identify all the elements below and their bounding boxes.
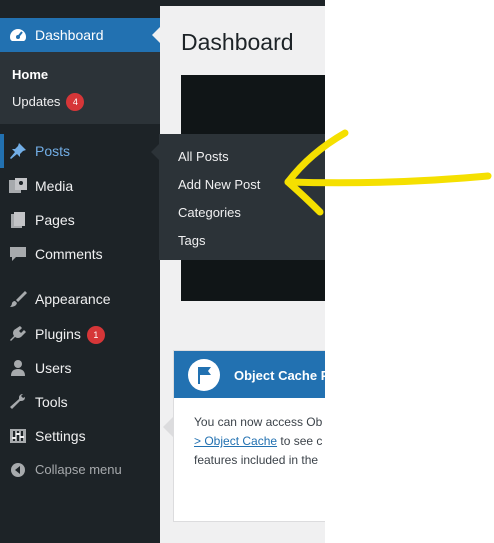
plug-icon [8,325,28,343]
menu-item-appearance[interactable]: Appearance [0,282,160,316]
admin-bar-strip [160,0,325,6]
menu-label-plugins: Plugins [35,326,81,342]
wrench-icon [8,393,28,411]
card-line-1: You can now access Ob [194,415,323,429]
blank-area [325,0,494,543]
pages-icon [8,211,28,229]
menu-label-settings: Settings [35,428,86,444]
media-icon [8,177,28,195]
submenu-updates-label: Updates [12,94,61,109]
paintbrush-icon [8,290,28,308]
menu-item-users[interactable]: Users [0,351,160,385]
menu-plugins-text: Plugins 1 [35,325,105,344]
menu-item-dashboard[interactable]: Dashboard [0,18,160,52]
dashboard-submenu: Home Updates 4 [0,52,160,124]
flyout-item-tags[interactable]: Tags [178,233,205,249]
user-icon [8,359,28,377]
menu-label-appearance: Appearance [35,291,111,307]
menu-label-media: Media [35,178,74,194]
flyout-item-add-new-post[interactable]: Add New Post [178,177,260,193]
card-line-3: features included in the [194,453,319,467]
comment-icon [8,245,28,263]
object-cache-card: Object Cache P You can now access Ob > O… [173,350,325,522]
card-line-2-text: to see c [277,434,323,448]
dashboard-gauge-icon [8,26,28,44]
card-line-2: > Object Cache to see c [194,432,325,451]
plugins-count-badge: 1 [86,326,105,344]
flag-icon [188,359,220,391]
menu-label-tools: Tools [35,394,68,410]
submenu-updates-link[interactable]: Updates 4 [12,93,85,111]
main-content: Dashboard Object Cache P You can now acc… [160,0,325,543]
sliders-icon [8,427,28,445]
pushpin-icon [8,142,28,160]
object-cache-link[interactable]: > Object Cache [194,434,277,448]
collapse-menu-label: Collapse menu [35,462,122,477]
menu-label-pages: Pages [35,212,75,228]
flyout-item-categories[interactable]: Categories [178,205,241,221]
submenu-home-link[interactable]: Home [12,67,48,83]
menu-label-dashboard: Dashboard [35,27,104,43]
menu-item-tools[interactable]: Tools [0,385,160,419]
page-title: Dashboard [181,29,294,55]
menu-item-comments[interactable]: Comments [0,237,160,271]
collapse-arrow-icon [8,461,28,479]
yellow-annotation-arrow [284,129,492,216]
menu-label-users: Users [35,360,72,376]
card-title: Object Cache P [234,368,325,383]
card-pointer [163,417,173,437]
menu-item-media[interactable]: Media [0,169,160,203]
flyout-item-all-posts[interactable]: All Posts [178,149,229,165]
menu-label-posts: Posts [35,143,71,159]
menu-item-posts[interactable]: Posts [0,134,160,168]
menu-item-settings[interactable]: Settings [0,419,160,453]
menu-item-plugins[interactable]: Plugins 1 [0,317,160,351]
card-header: Object Cache P [174,351,325,398]
collapse-menu-button[interactable]: Collapse menu [0,453,160,487]
menu-item-pages[interactable]: Pages [0,203,160,237]
card-body: You can now access Ob > Object Cache to … [194,413,325,470]
admin-sidebar: Dashboard Home Updates 4 Posts Media Page… [0,0,160,543]
menu-label-comments: Comments [35,246,103,262]
updates-count-badge: 4 [66,93,85,111]
